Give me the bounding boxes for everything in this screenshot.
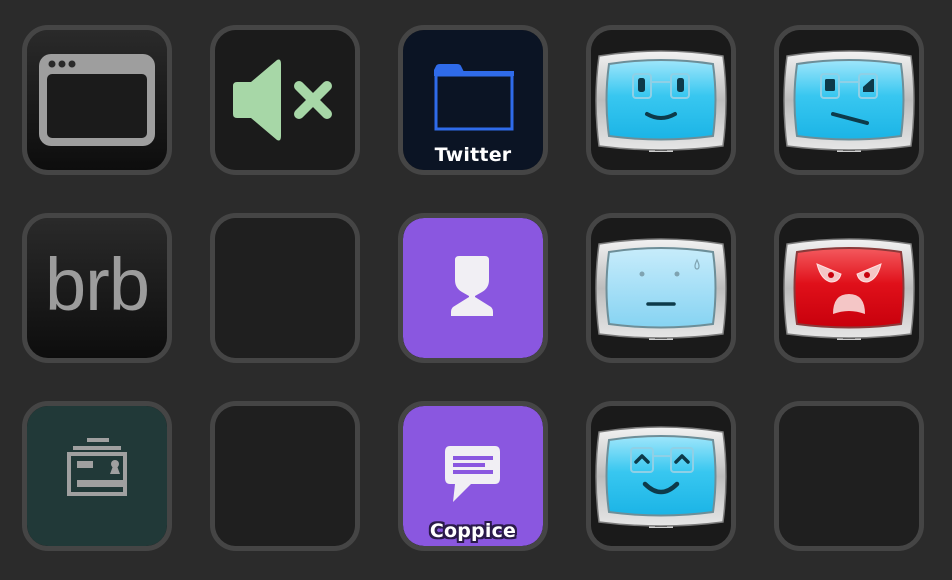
browser-window-icon xyxy=(39,54,155,146)
tv-face-skeptical-icon xyxy=(783,50,915,152)
key-face xyxy=(779,406,919,546)
key-avatar-smile[interactable] xyxy=(586,25,736,175)
key-empty[interactable] xyxy=(210,401,360,551)
key-face: Coppice xyxy=(403,406,543,546)
key-folder-twitter[interactable]: Twitter xyxy=(398,25,548,175)
key-face xyxy=(591,218,731,358)
speaker-mute-icon xyxy=(233,59,332,141)
key-face xyxy=(215,30,355,170)
tv-face-smile-icon xyxy=(595,50,727,152)
key-face xyxy=(27,30,167,170)
tv-face-neutral-icon xyxy=(595,238,727,340)
tv-face-happy-icon xyxy=(595,426,727,528)
key-avatar-skeptical[interactable] xyxy=(774,25,924,175)
key-avatar-neutral[interactable] xyxy=(586,213,736,363)
key-face xyxy=(215,218,355,358)
key-user-silhouette[interactable] xyxy=(398,213,548,363)
key-face xyxy=(591,406,731,546)
key-avatar-happy[interactable] xyxy=(586,401,736,551)
key-face: brb xyxy=(27,218,167,358)
brb-text: brb xyxy=(45,243,150,326)
key-face xyxy=(403,218,543,358)
key-brb[interactable]: brb xyxy=(22,213,172,363)
key-face xyxy=(779,30,919,170)
key-avatar-angry[interactable] xyxy=(774,213,924,363)
key-mute[interactable] xyxy=(210,25,360,175)
key-face xyxy=(591,30,731,170)
key-empty[interactable] xyxy=(210,213,360,363)
key-chat-coppice[interactable]: Coppice xyxy=(398,401,548,551)
key-label: Twitter xyxy=(434,144,512,166)
tv-face-angry-icon xyxy=(783,238,915,340)
key-face xyxy=(779,218,919,358)
key-face: Twitter xyxy=(403,30,543,170)
key-face xyxy=(215,406,355,546)
key-id-badge[interactable] xyxy=(22,401,172,551)
key-label: Coppice xyxy=(429,520,517,542)
key-app-window[interactable] xyxy=(22,25,172,175)
key-face xyxy=(27,406,167,546)
id-badge-icon xyxy=(67,438,127,496)
user-silhouette-icon xyxy=(451,256,493,316)
key-empty[interactable] xyxy=(774,401,924,551)
button-grid: Twitter brb Coppice xyxy=(22,25,924,551)
